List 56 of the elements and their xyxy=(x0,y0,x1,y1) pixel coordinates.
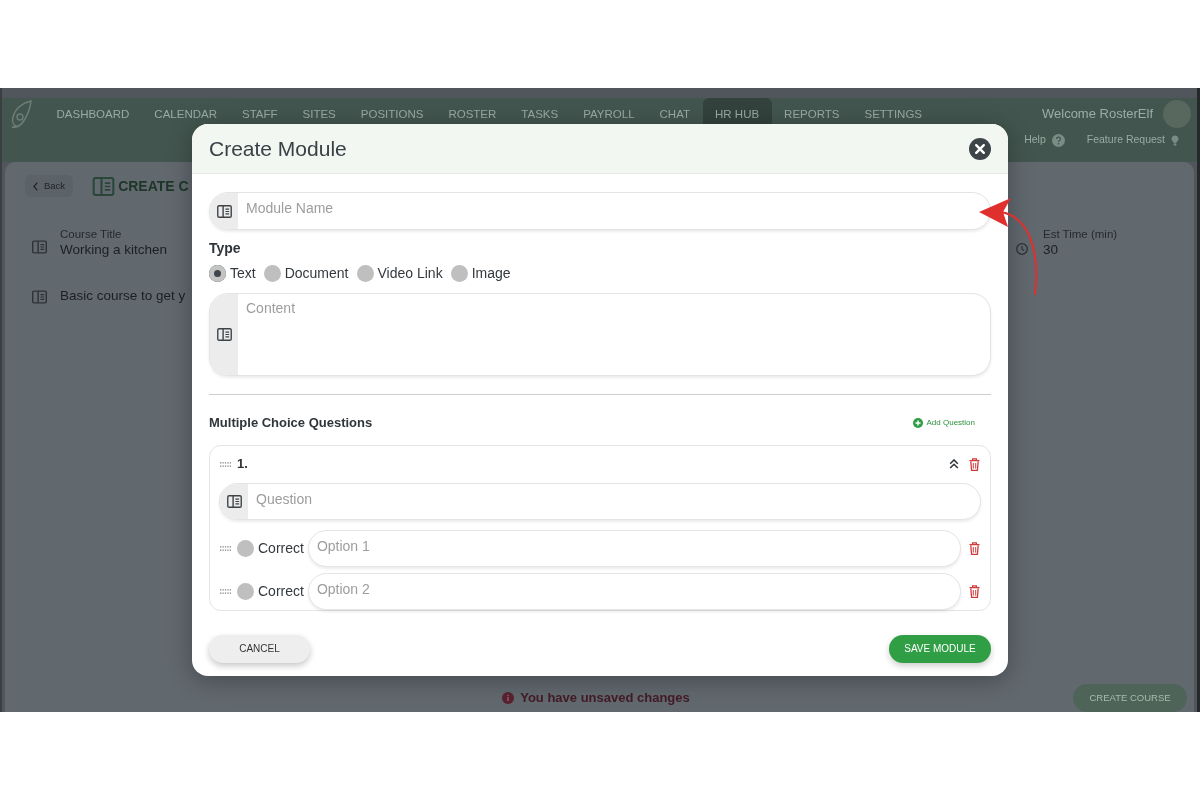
field-value: Working a kitchen xyxy=(60,241,168,259)
nav-link[interactable]: CALENDAR xyxy=(141,98,230,130)
create-course-button[interactable]: CREATE COURSE xyxy=(1073,684,1187,712)
field-value: 30 xyxy=(1043,241,1059,259)
save-module-button[interactable]: SAVE MODULE xyxy=(889,634,991,663)
field-value: Basic course to get y xyxy=(60,287,186,305)
radio-label: Document xyxy=(284,263,349,283)
radio-button[interactable] xyxy=(356,264,374,282)
leaf-logo-icon xyxy=(10,100,32,128)
double-chevron-up-icon[interactable] xyxy=(949,459,959,469)
lightbulb-icon xyxy=(1171,134,1179,146)
plus-circle-icon xyxy=(912,418,923,428)
clock-icon xyxy=(1016,243,1028,255)
radio-label: Text xyxy=(230,263,256,283)
feature-request-link[interactable]: Feature Request xyxy=(1086,132,1179,148)
option-input[interactable]: Option 1 xyxy=(307,530,961,567)
panel-icon xyxy=(226,495,242,508)
trash-icon[interactable] xyxy=(969,457,980,471)
type-label: Type xyxy=(209,241,241,255)
radio-label: Correct xyxy=(258,582,304,601)
help-icon xyxy=(1051,133,1065,147)
option-input[interactable]: Option 2 xyxy=(307,573,961,610)
add-question-button[interactable]: Add Question xyxy=(912,417,975,429)
panel-icon xyxy=(32,240,47,254)
radio-label: Video Link xyxy=(377,263,443,283)
radio-button[interactable] xyxy=(450,264,468,282)
welcome-text: Welcome RosterElf xyxy=(1042,105,1153,124)
page-heading: CREATE C xyxy=(118,176,189,196)
question-number: 1. xyxy=(237,455,248,474)
info-icon xyxy=(502,692,515,704)
modal-title: Create Module xyxy=(209,135,347,162)
panel-icon xyxy=(32,290,47,304)
help-link[interactable]: Help xyxy=(1024,132,1065,148)
close-icon[interactable] xyxy=(969,137,991,160)
panel-icon xyxy=(216,204,232,218)
radio-label: Image xyxy=(471,263,511,283)
panel-icon xyxy=(216,328,232,341)
unsaved-notice: You have unsaved changes xyxy=(520,689,690,708)
radio-button[interactable] xyxy=(237,583,254,600)
drag-handle-icon[interactable] xyxy=(220,461,231,467)
nav-link[interactable]: DASHBOARD xyxy=(44,98,142,130)
trash-icon[interactable] xyxy=(969,542,980,555)
field-label: Est Time (min) xyxy=(1043,227,1118,241)
section-title: Multiple Choice Questions xyxy=(209,414,373,433)
panel-icon xyxy=(92,176,116,196)
back-button[interactable]: Back xyxy=(25,175,74,197)
radio-button[interactable] xyxy=(209,264,226,282)
radio-label: Correct xyxy=(258,539,304,558)
chevron-left-icon xyxy=(33,181,38,191)
drag-handle-icon[interactable] xyxy=(220,546,231,551)
cancel-button[interactable]: CANCEL xyxy=(209,634,310,663)
drag-handle-icon[interactable] xyxy=(220,589,231,594)
radio-button[interactable] xyxy=(263,264,281,282)
trash-icon[interactable] xyxy=(969,585,980,598)
field-label: Course Title xyxy=(60,227,122,241)
radio-button[interactable] xyxy=(237,540,254,557)
